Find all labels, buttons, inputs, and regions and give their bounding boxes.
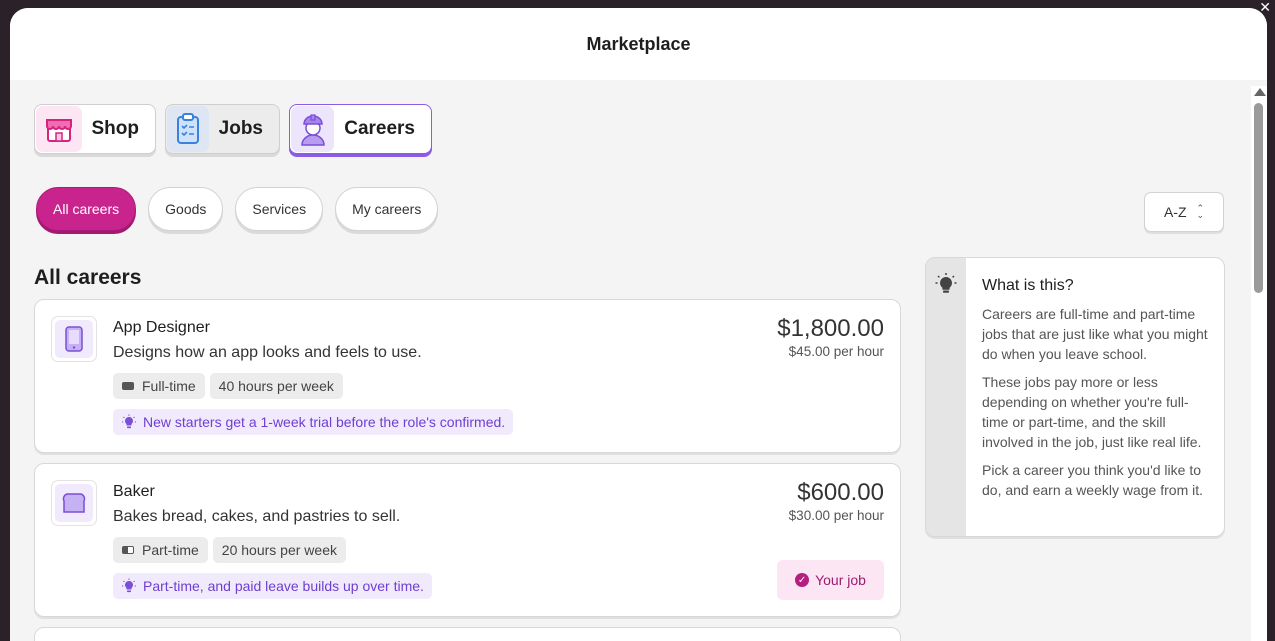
hourly-rate: $30.00 per hour (788, 508, 884, 523)
info-paragraph: Pick a career you think you'd like to do… (982, 462, 1204, 498)
worker-icon (291, 106, 335, 152)
career-note: New starters get a 1-week trial before t… (113, 409, 514, 435)
tag-hours: 40 hours per week (209, 373, 343, 399)
info-title: What is this? (982, 277, 1074, 294)
marketplace-modal: Marketplace Shop Jobs Careers All career… (10, 8, 1267, 641)
career-description: Bakes bread, cakes, and pastries to sell… (113, 508, 401, 525)
filter-services[interactable]: Services (235, 187, 324, 231)
hourly-rate: $45.00 per hour (788, 344, 884, 359)
sort-label: A-Z (1163, 204, 1187, 220)
career-price: $600.00 $30.00 per hour (789, 478, 884, 523)
weekly-wage: $1,800.00 (777, 315, 884, 342)
info-sidebar (926, 258, 966, 536)
career-price: $1,800.00 $45.00 per hour (777, 314, 884, 359)
career-card[interactable]: Baker Bakes bread, cakes, and pastries t… (34, 463, 901, 617)
filter-all-careers[interactable]: All careers (36, 187, 137, 231)
career-note-text: Part-time, and paid leave builds up over… (143, 578, 424, 594)
info-body: Careers are full-time and part-time jobs… (982, 304, 1214, 508)
clipboard-icon (167, 106, 209, 152)
info-paragraph: These jobs pay more or less depending on… (982, 374, 1202, 450)
chevron-updown-icon: ⌃ ⌄ (1196, 203, 1205, 220)
career-title: App Designer (113, 319, 210, 336)
tab-careers[interactable]: Careers (289, 104, 432, 154)
tag-employment-type: Full-time (113, 373, 205, 399)
career-card[interactable] (34, 627, 901, 641)
filter-goods[interactable]: Goods (148, 187, 224, 231)
tag-hours: 20 hours per week (212, 537, 346, 563)
scrollbar[interactable] (1251, 86, 1267, 641)
scroll-thumb[interactable] (1254, 103, 1263, 293)
your-job-label: Your job (815, 572, 866, 588)
weekly-wage: $600.00 (797, 479, 884, 506)
career-tags: Full-time 40 hours per week (113, 373, 343, 399)
career-tags: Part-time 20 hours per week (113, 537, 346, 563)
sort-select[interactable]: A-Z ⌃ ⌄ (1144, 192, 1224, 232)
modal-header: Marketplace (10, 8, 1267, 80)
tag-label: Full-time (142, 378, 196, 394)
tag-label: 40 hours per week (218, 378, 334, 394)
your-job-badge: ✓ Your job (777, 560, 884, 600)
check-circle-icon: ✓ (795, 573, 810, 587)
lightbulb-icon (122, 578, 136, 593)
career-note-text: New starters get a 1-week trial before t… (143, 414, 506, 430)
modal-content: Shop Jobs Careers All careers Goods Serv… (10, 80, 1249, 641)
career-title: Baker (113, 483, 155, 500)
tag-label: 20 hours per week (221, 542, 337, 558)
bread-icon (51, 480, 97, 526)
section-title: All careers (34, 266, 142, 289)
scroll-up-arrow-icon[interactable] (1254, 88, 1266, 96)
tag-label: Part-time (142, 542, 199, 558)
tab-jobs-label: Jobs (218, 118, 263, 139)
career-description: Designs how an app looks and feels to us… (113, 344, 422, 361)
career-card[interactable]: App Designer Designs how an app looks an… (34, 299, 901, 453)
shop-icon (36, 106, 82, 152)
modal-title: Marketplace (586, 33, 691, 54)
info-paragraph: Careers are full-time and part-time jobs… (982, 306, 1208, 362)
lightbulb-icon (122, 414, 136, 429)
info-panel: What is this? Careers are full-time and … (925, 257, 1225, 537)
filter-chips: All careers Goods Services My careers (36, 187, 439, 231)
tab-careers-label: Careers (344, 118, 415, 139)
tablet-icon (51, 316, 97, 362)
tab-jobs[interactable]: Jobs (165, 104, 280, 154)
career-note: Part-time, and paid leave builds up over… (113, 573, 432, 599)
tab-shop-label: Shop (91, 118, 140, 139)
filter-my-careers[interactable]: My careers (335, 187, 439, 231)
lightbulb-icon (935, 273, 957, 293)
main-tabs: Shop Jobs Careers (34, 104, 432, 154)
part-time-icon (122, 546, 134, 554)
tab-shop[interactable]: Shop (34, 104, 156, 154)
full-time-icon (122, 382, 134, 390)
tag-employment-type: Part-time (113, 537, 208, 563)
